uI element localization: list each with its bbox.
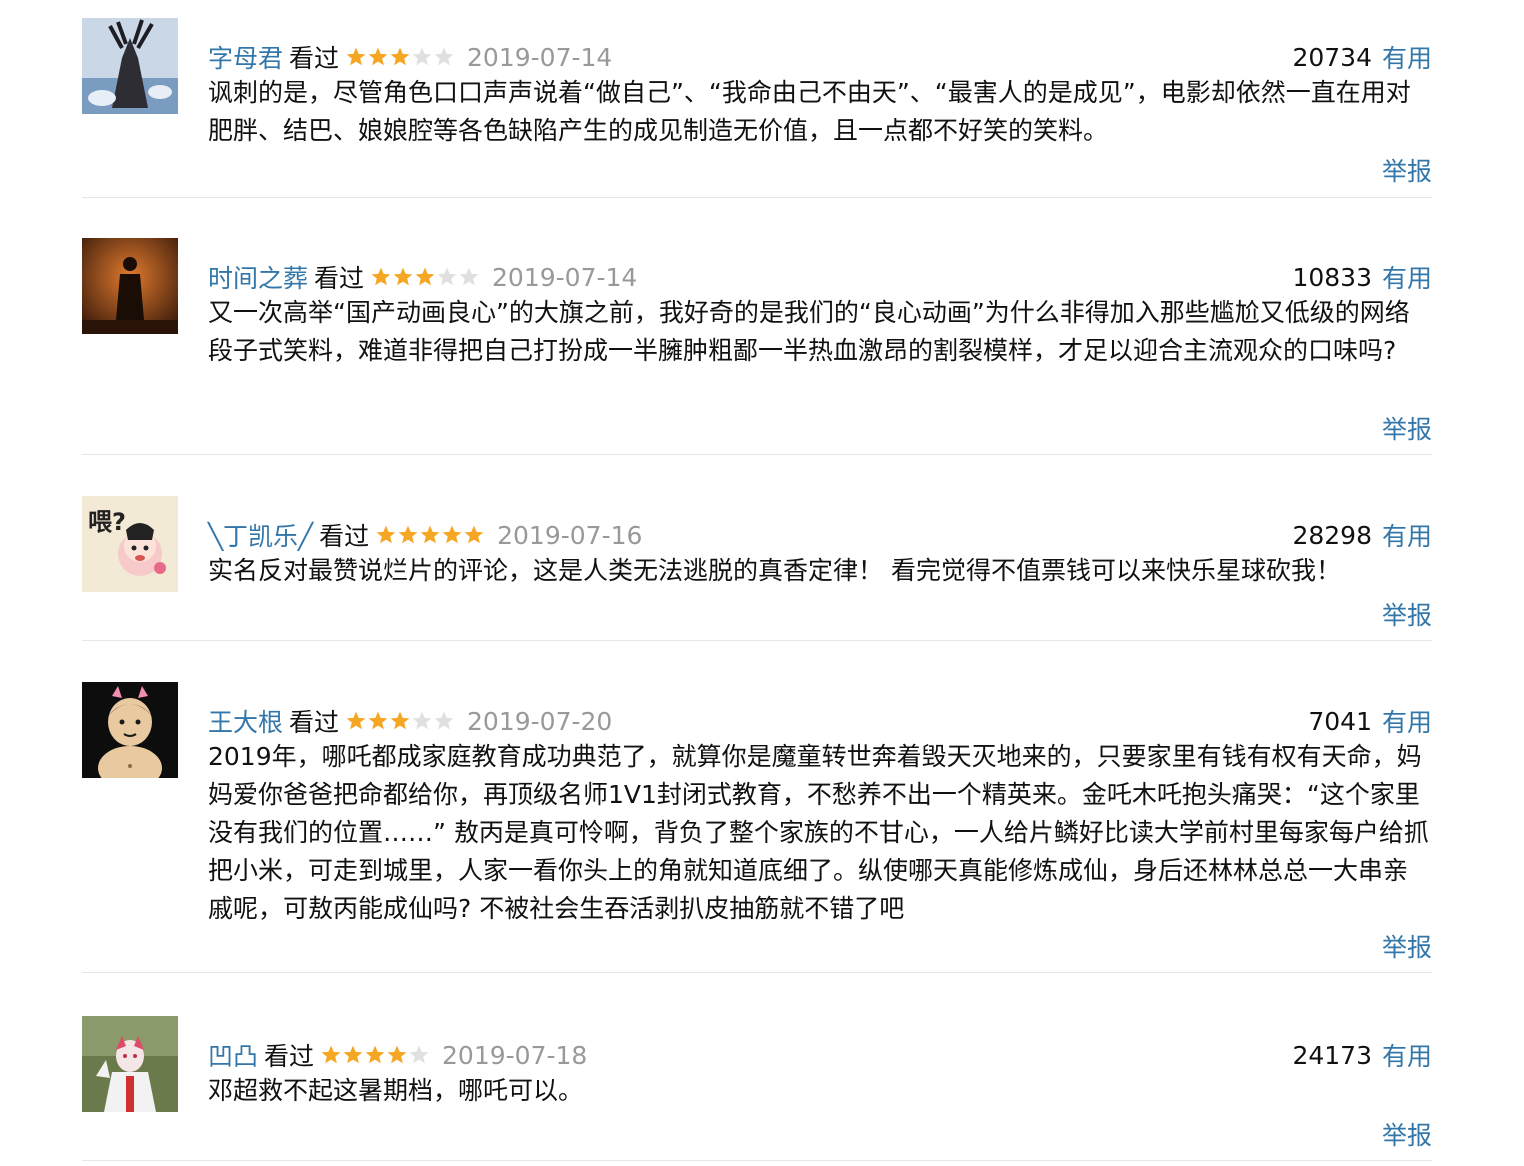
author-link[interactable]: ╲丁凯乐╱	[208, 517, 313, 553]
user-avatar[interactable]: 喂?	[82, 496, 178, 592]
star-empty-icon	[437, 267, 457, 286]
useful-button[interactable]: 有用	[1382, 39, 1432, 75]
avatar-image: 喂?	[82, 496, 178, 592]
star-filled-icon	[365, 1045, 385, 1064]
vote-count: 24173	[1292, 1040, 1372, 1070]
star-filled-icon	[346, 47, 366, 66]
review-date: 2019-07-16	[497, 520, 643, 550]
report-link[interactable]: 举报	[1382, 928, 1432, 964]
star-empty-icon	[412, 711, 432, 730]
star-filled-icon	[420, 525, 440, 544]
watch-status: 看过	[264, 1042, 315, 1071]
review-date: 2019-07-14	[467, 42, 613, 72]
review-text: 邓超救不起这暑期档，哪吒可以。	[208, 1076, 584, 1105]
review-text: 实名反对最赞说烂片的评论，这是人类无法逃脱的真香定律！ 看完觉得不值票钱可以来快…	[208, 556, 1341, 585]
review-meta: 字母君 看过 2019-07-14 20734 有用	[208, 38, 1432, 76]
useful-button[interactable]: 有用	[1382, 703, 1432, 739]
rating-stars	[345, 46, 455, 68]
review-text: 讽刺的是，尽管角色口口声声说着“做自己”、“我命由己不由天”、“最害人的是成见”…	[208, 78, 1411, 145]
author-link[interactable]: 王大根	[208, 703, 283, 739]
rating-stars	[320, 1044, 430, 1066]
review-meta: ╲丁凯乐╱ 看过 2019-07-16 28298 有用	[208, 516, 1432, 554]
author-link[interactable]: 字母君	[208, 39, 283, 75]
review-date: 2019-07-14	[492, 262, 638, 292]
divider	[82, 1160, 1432, 1161]
star-filled-icon	[321, 1045, 341, 1064]
star-filled-icon	[376, 525, 396, 544]
star-filled-icon	[393, 267, 413, 286]
review-text: 2019年，哪吒都成家庭教育成功典范了，就算你是魔童转世奔着毁天灭地来的，只要家…	[208, 742, 1429, 923]
user-avatar[interactable]	[82, 682, 178, 778]
useful-button[interactable]: 有用	[1382, 259, 1432, 295]
author-link[interactable]: 凹凸	[208, 1037, 258, 1073]
vote-count: 20734	[1292, 42, 1372, 72]
user-avatar[interactable]	[82, 238, 178, 334]
star-filled-icon	[371, 267, 391, 286]
watch-status: 看过	[289, 708, 340, 737]
divider	[82, 197, 1432, 198]
star-empty-icon	[434, 711, 454, 730]
star-filled-icon	[415, 267, 435, 286]
watch-status: 看过	[289, 44, 340, 73]
useful-button[interactable]: 有用	[1382, 517, 1432, 553]
star-filled-icon	[343, 1045, 363, 1064]
report-link[interactable]: 举报	[1382, 410, 1432, 446]
star-filled-icon	[368, 47, 388, 66]
user-avatar[interactable]	[82, 18, 178, 114]
star-filled-icon	[464, 525, 484, 544]
avatar-image	[82, 18, 178, 114]
divider	[82, 454, 1432, 455]
vote-count: 7041	[1308, 706, 1372, 736]
vote-count: 10833	[1292, 262, 1372, 292]
divider	[82, 640, 1432, 641]
star-filled-icon	[387, 1045, 407, 1064]
svg-text:喂?: 喂?	[88, 508, 126, 536]
review-meta: 时间之葬 看过 2019-07-14 10833 有用	[208, 258, 1432, 296]
avatar-image	[82, 238, 178, 334]
star-empty-icon	[459, 267, 479, 286]
vote-count: 28298	[1292, 520, 1372, 550]
star-filled-icon	[346, 711, 366, 730]
star-filled-icon	[442, 525, 462, 544]
review-meta: 王大根 看过 2019-07-20 7041 有用	[208, 702, 1432, 740]
star-empty-icon	[412, 47, 432, 66]
useful-button[interactable]: 有用	[1382, 1037, 1432, 1073]
review-date: 2019-07-20	[467, 706, 613, 736]
star-filled-icon	[390, 711, 410, 730]
review-date: 2019-07-18	[442, 1040, 588, 1070]
report-link[interactable]: 举报	[1382, 1116, 1432, 1152]
star-filled-icon	[368, 711, 388, 730]
star-filled-icon	[390, 47, 410, 66]
review-text: 又一次高举“国产动画良心”的大旗之前，我好奇的是我们的“良心动画”为什么非得加入…	[208, 298, 1410, 365]
report-link[interactable]: 举报	[1382, 596, 1432, 632]
avatar-image	[82, 682, 178, 778]
divider	[82, 972, 1432, 973]
user-avatar[interactable]	[82, 1016, 178, 1112]
star-empty-icon	[409, 1045, 429, 1064]
rating-stars	[375, 524, 485, 546]
watch-status: 看过	[314, 264, 365, 293]
rating-stars	[370, 266, 480, 288]
report-link[interactable]: 举报	[1382, 152, 1432, 188]
avatar-image	[82, 1016, 178, 1112]
watch-status: 看过	[319, 522, 370, 551]
star-empty-icon	[434, 47, 454, 66]
review-meta: 凹凸 看过 2019-07-18 24173 有用	[208, 1036, 1432, 1074]
author-link[interactable]: 时间之葬	[208, 259, 308, 295]
star-filled-icon	[398, 525, 418, 544]
rating-stars	[345, 710, 455, 732]
